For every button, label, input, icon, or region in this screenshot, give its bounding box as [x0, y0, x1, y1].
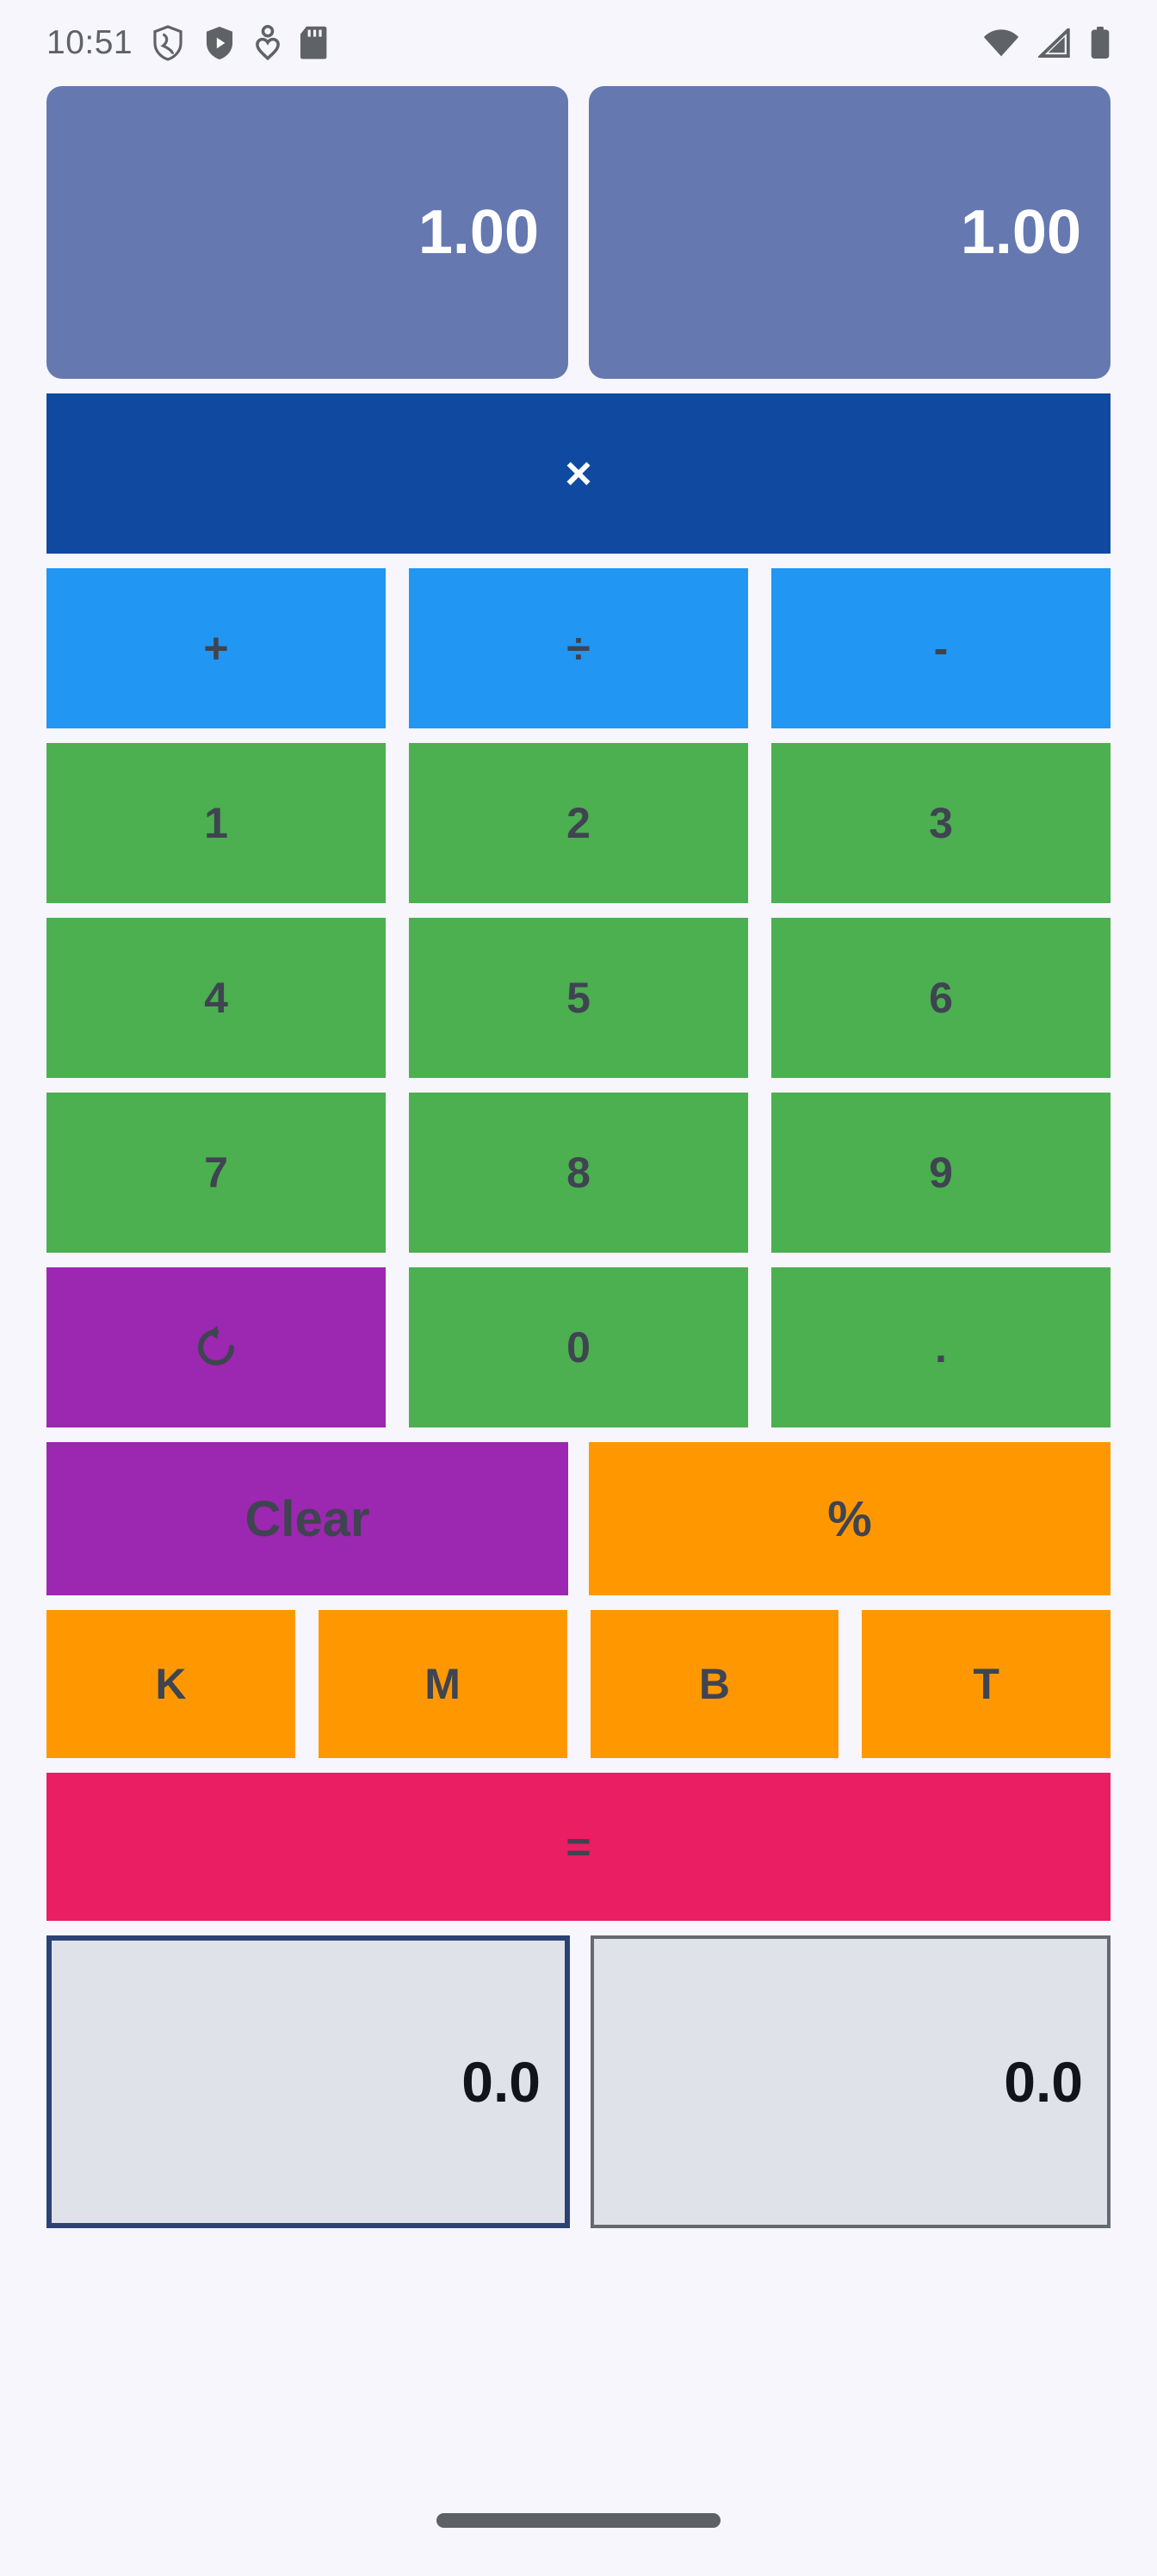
equals-button[interactable]: =: [46, 1773, 1111, 1921]
result-left-input[interactable]: 0.0: [46, 1935, 570, 2228]
key-plus[interactable]: +: [46, 568, 386, 728]
key-million[interactable]: M: [318, 1610, 567, 1758]
key-9[interactable]: 9: [771, 1093, 1111, 1253]
display-row: 1.00 1.00: [46, 86, 1111, 379]
status-bar-right: [983, 27, 1111, 59]
key-billion[interactable]: B: [590, 1610, 839, 1758]
status-clock: 10:51: [46, 24, 133, 61]
keypad-row-3: 7 8 9: [46, 1093, 1111, 1253]
key-3[interactable]: 3: [771, 743, 1111, 903]
key-0[interactable]: 0: [409, 1267, 748, 1427]
key-trillion[interactable]: T: [862, 1610, 1111, 1758]
percent-button[interactable]: %: [589, 1442, 1111, 1595]
key-2[interactable]: 2: [409, 743, 748, 903]
result-right-input[interactable]: 0.0: [591, 1935, 1111, 2228]
multiplier-row: K M B T: [46, 1610, 1111, 1758]
cellular-signal-icon: [1038, 28, 1071, 58]
key-5[interactable]: 5: [409, 918, 748, 1078]
shield-outline-icon: [152, 25, 184, 61]
calculator-body: 1.00 1.00 × + ÷ - 1 2 3 4 5 6 7 8 9 0 . …: [0, 86, 1157, 2464]
system-navigation-bar: [0, 2464, 1157, 2576]
result-row: 0.0 0.0: [46, 1935, 1111, 2228]
refresh-icon: [194, 1325, 238, 1370]
keypad-row-2: 4 5 6: [46, 918, 1111, 1078]
shield-play-icon: [203, 25, 236, 61]
key-reset[interactable]: [46, 1267, 386, 1427]
key-thousand[interactable]: K: [46, 1610, 295, 1758]
active-operator-bar[interactable]: ×: [46, 393, 1111, 554]
status-bar: 10:51: [0, 0, 1157, 86]
key-decimal[interactable]: .: [771, 1267, 1111, 1427]
sd-card-icon: [300, 25, 327, 61]
operator-row: + ÷ -: [46, 568, 1111, 728]
bottom-spacer: [46, 2243, 1111, 2246]
key-6[interactable]: 6: [771, 918, 1111, 1078]
keypad-row-1: 1 2 3: [46, 743, 1111, 903]
display-left-operand[interactable]: 1.00: [46, 86, 568, 379]
battery-full-icon: [1090, 27, 1111, 59]
location-heart-icon: [255, 25, 281, 61]
key-8[interactable]: 8: [409, 1093, 748, 1253]
clear-button[interactable]: Clear: [46, 1442, 568, 1595]
keypad-row-4: 0 .: [46, 1267, 1111, 1427]
wifi-icon: [983, 28, 1019, 58]
key-minus[interactable]: -: [771, 568, 1111, 728]
display-right-operand[interactable]: 1.00: [589, 86, 1111, 379]
status-bar-left: 10:51: [46, 24, 327, 62]
key-4[interactable]: 4: [46, 918, 386, 1078]
key-7[interactable]: 7: [46, 1093, 386, 1253]
key-1[interactable]: 1: [46, 743, 386, 903]
action-row: Clear %: [46, 1442, 1111, 1595]
gesture-home-pill[interactable]: [436, 2512, 721, 2528]
key-divide[interactable]: ÷: [409, 568, 748, 728]
app-screen: 10:51 1.00 1.00 × + ÷ - 1 2 3 4 5 6 7 8 …: [0, 0, 1157, 2576]
